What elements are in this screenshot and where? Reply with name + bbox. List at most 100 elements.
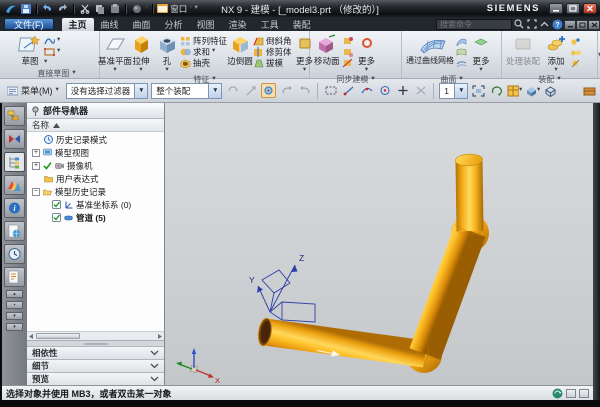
tab-curve[interactable]: 曲线 xyxy=(94,18,126,31)
minimize-button[interactable] xyxy=(549,3,563,14)
mirror-assembly-button[interactable] xyxy=(570,46,581,57)
assembly-navigator-button[interactable] xyxy=(4,106,25,126)
through-curve-mesh-button[interactable]: 通过曲线网格 xyxy=(404,33,456,66)
window-layout-icon[interactable]: ▾ xyxy=(507,83,522,98)
dialog-launcher-icon[interactable]: ▾ xyxy=(459,76,462,83)
window-toggle-icon[interactable] xyxy=(579,389,589,398)
undo-icon[interactable] xyxy=(41,3,54,15)
offset-surface-button[interactable] xyxy=(456,57,467,68)
touch-mode-icon[interactable] xyxy=(525,18,538,30)
studio-spline-button[interactable]: ▾ xyxy=(44,35,60,46)
expand-minus-icon[interactable]: − xyxy=(32,188,40,196)
grid-toggle-icon[interactable] xyxy=(566,389,576,398)
shell-button[interactable]: 抽壳 xyxy=(180,57,227,68)
clip-section-icon[interactable] xyxy=(582,83,597,98)
tab-home[interactable]: 主页 xyxy=(62,18,94,31)
command-search-input[interactable] xyxy=(436,19,512,30)
doc-restore-button[interactable] xyxy=(576,20,588,30)
tab-tools[interactable]: 工具 xyxy=(254,18,286,31)
snap-intersection-icon[interactable] xyxy=(413,83,428,98)
resource-bar-pin[interactable]: ▪ xyxy=(6,301,23,309)
resource-bar-scroll-up[interactable]: ▴ xyxy=(6,290,23,298)
paste-icon[interactable] xyxy=(108,3,121,15)
menu-button[interactable]: 菜单(M) ▾ xyxy=(3,82,63,100)
chevron-down-icon[interactable]: ▼ xyxy=(454,84,467,98)
hd3d-tools-button[interactable]: i xyxy=(4,198,25,218)
snap-point-enabled-icon[interactable] xyxy=(261,83,276,98)
web-browser-button[interactable] xyxy=(4,221,25,241)
pipe-model[interactable] xyxy=(256,153,489,373)
offset-region-button[interactable] xyxy=(342,46,353,57)
datum-plane-button[interactable]: 基准平面▾ xyxy=(102,33,128,74)
replace-face-button[interactable] xyxy=(342,57,353,68)
graphics-viewport[interactable]: Z Y X xyxy=(165,103,593,385)
save-icon[interactable] xyxy=(19,3,32,15)
render-style-icon[interactable]: ▾ xyxy=(525,83,540,98)
snap-point-icon[interactable] xyxy=(395,83,410,98)
chevron-down-icon[interactable]: ▼ xyxy=(208,84,221,98)
tab-render[interactable]: 渲染 xyxy=(222,18,254,31)
pattern-feature-button[interactable]: 阵列特征 xyxy=(180,35,227,46)
wireframe-style-icon[interactable] xyxy=(543,83,558,98)
fit-view-icon[interactable] xyxy=(471,83,486,98)
pin-icon[interactable] xyxy=(31,106,40,116)
checkbox-checked-icon[interactable] xyxy=(52,200,61,209)
part-navigator-button[interactable] xyxy=(4,152,25,172)
expand-plus-icon[interactable]: + xyxy=(32,149,40,157)
dialog-launcher-icon[interactable]: ▾ xyxy=(72,70,75,77)
unite-button[interactable]: 求和▾ xyxy=(180,46,227,57)
maximize-button[interactable] xyxy=(566,3,580,14)
tab-analysis[interactable]: 分析 xyxy=(158,18,190,31)
tree-item-datum-csys[interactable]: 基准坐标系 (0) xyxy=(27,198,164,211)
redo-icon[interactable] xyxy=(56,3,69,15)
tree-item-model-history[interactable]: − 模型历史记录 xyxy=(27,185,164,198)
checkbox-checked-icon[interactable] xyxy=(52,213,61,222)
work-layer-combo[interactable]: 1 ▼ xyxy=(439,83,468,99)
pattern-component-button[interactable] xyxy=(570,35,581,46)
tab-view[interactable]: 视图 xyxy=(190,18,222,31)
tab-surface[interactable]: 曲面 xyxy=(126,18,158,31)
minimize-ribbon-icon[interactable] xyxy=(538,18,551,30)
selection-filter-combo[interactable]: 没有选择过滤器 ▼ xyxy=(66,83,149,99)
surface-more-button[interactable]: 更多▾ xyxy=(467,33,495,74)
tree-item-user-expressions[interactable]: 用户表达式 xyxy=(27,172,164,185)
doc-close-button[interactable] xyxy=(588,20,600,30)
trim-body-button[interactable]: 修剪体 xyxy=(253,46,292,57)
extrude-button[interactable]: 拉伸▾ xyxy=(128,33,154,74)
dialog-launcher-icon[interactable]: ▾ xyxy=(212,76,215,83)
deselect-icon[interactable] xyxy=(243,83,258,98)
panel-dependencies[interactable]: 相依性 xyxy=(27,346,164,359)
sketch-more-button[interactable]: ▾ xyxy=(44,57,60,68)
horizontal-scrollbar[interactable] xyxy=(27,331,164,340)
datum-csys[interactable]: Z Y xyxy=(249,253,315,322)
process-studio-button[interactable] xyxy=(4,267,25,287)
assembly-constraints-button[interactable] xyxy=(570,57,581,68)
select-rectangle-icon[interactable] xyxy=(323,83,338,98)
expand-plus-icon[interactable]: + xyxy=(32,162,40,170)
chevron-down-icon[interactable]: ▾ xyxy=(145,5,148,12)
dialog-launcher-icon[interactable]: ▾ xyxy=(557,76,560,83)
repeat-command-icon[interactable] xyxy=(130,3,143,15)
sketch-button[interactable]: 草图 xyxy=(16,33,44,67)
alerts-icon[interactable] xyxy=(552,388,563,399)
history-palette-button[interactable] xyxy=(4,244,25,264)
tree-item-model-views[interactable]: + 模型视图 xyxy=(27,146,164,159)
selection-scope-combo[interactable]: 整个装配 ▼ xyxy=(151,83,222,99)
dialog-launcher-icon[interactable]: ▾ xyxy=(371,76,374,83)
select-all-icon[interactable] xyxy=(225,83,240,98)
column-header-name[interactable]: 名称 xyxy=(27,119,164,132)
panel-details[interactable]: 细节 xyxy=(27,359,164,372)
tab-file[interactable]: 文件(F) xyxy=(4,18,54,30)
ruled-button[interactable] xyxy=(456,46,467,57)
snap-curve-icon[interactable] xyxy=(359,83,374,98)
close-button[interactable] xyxy=(583,3,597,14)
draft-button[interactable]: 拔模 xyxy=(253,57,292,68)
undo-view-icon[interactable] xyxy=(279,83,294,98)
search-icon[interactable] xyxy=(512,18,525,30)
cut-icon[interactable] xyxy=(78,3,91,15)
tree-item-history-mode[interactable]: 历史记录模式 xyxy=(27,133,164,146)
snap-endpoint-icon[interactable] xyxy=(341,83,356,98)
tree-item-tube[interactable]: 管道 (5) xyxy=(27,211,164,224)
resource-bar-collapse[interactable]: ▾ xyxy=(6,323,23,331)
chamfer-button[interactable]: 倒斜角 xyxy=(253,35,292,46)
